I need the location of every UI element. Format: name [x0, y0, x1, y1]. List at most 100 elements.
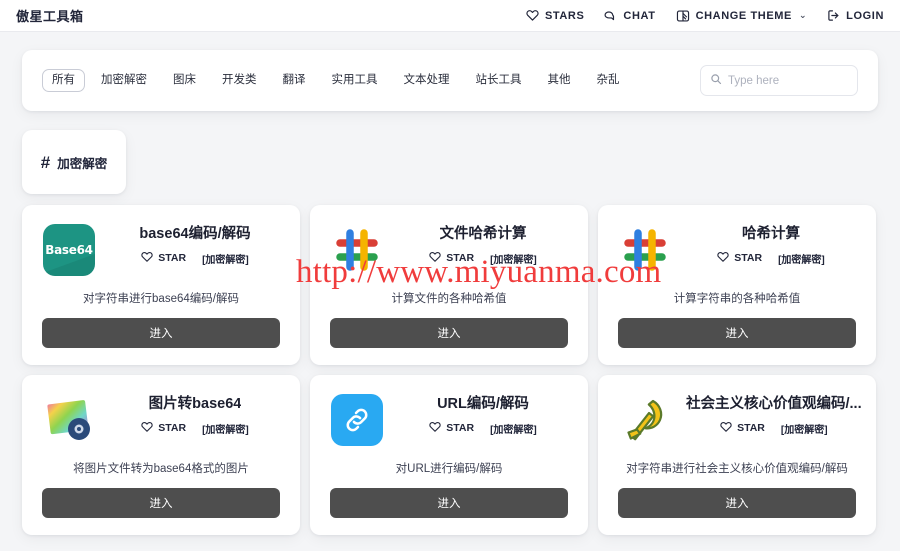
theme-icon — [676, 9, 690, 23]
chat-icon — [604, 9, 617, 22]
tab-imagehost[interactable]: 图床 — [163, 69, 206, 93]
card-tag: [加密解密] — [778, 254, 825, 266]
star-button[interactable]: STAR — [141, 421, 186, 436]
tool-card[interactable]: URL编码/解码 STAR [加密解密] 对URL进行编码/解码 进入 — [310, 375, 588, 535]
enter-button[interactable]: 进入 — [618, 488, 856, 518]
card-subline: STAR [加密解密] — [429, 421, 537, 436]
star-button[interactable]: STAR — [429, 421, 474, 436]
card-header: 文件哈希计算 STAR [加密解密] — [330, 223, 568, 277]
enter-button[interactable]: 进入 — [618, 318, 856, 348]
heart-icon — [141, 251, 153, 266]
card-subline: STAR [加密解密] — [141, 251, 249, 266]
star-label: STAR — [446, 422, 475, 435]
card-header: 哈希计算 STAR [加密解密] — [618, 223, 856, 277]
card-tag: [加密解密] — [202, 254, 249, 266]
tab-text[interactable]: 文本处理 — [394, 69, 460, 93]
nav-change-theme[interactable]: CHANGE THEME ⌄ — [676, 9, 808, 23]
site-brand: 傲星工具箱 — [16, 9, 84, 24]
star-label: STAR — [158, 422, 187, 435]
star-label: STAR — [446, 252, 475, 265]
multicolor-hash-icon — [336, 229, 378, 271]
card-tag: [加密解密] — [490, 424, 537, 436]
star-label: STAR — [737, 422, 765, 435]
card-header: 社会主义核心价值观编码/... STAR [加密解密] — [618, 393, 862, 447]
nav-change-theme-label: CHANGE THEME — [695, 9, 792, 22]
card-title: 文件哈希计算 — [439, 226, 527, 242]
base64-icon-text: Base64 — [45, 243, 93, 257]
card-description: 计算文件的各种哈希值 — [391, 293, 507, 305]
tool-card-grid: Base64 base64编码/解码 STAR [加密解密] 对字符串进行bas… — [22, 205, 882, 535]
enter-button[interactable]: 进入 — [42, 318, 280, 348]
card-meta: 图片转base64 STAR [加密解密] — [110, 393, 280, 436]
tool-card[interactable]: 文件哈希计算 STAR [加密解密] 计算文件的各种哈希值 进入 — [310, 205, 588, 365]
enter-button[interactable]: 进入 — [330, 318, 568, 348]
star-label: STAR — [158, 252, 187, 265]
card-title: URL编码/解码 — [437, 396, 529, 412]
enter-button[interactable]: 进入 — [42, 488, 280, 518]
card-meta: 文件哈希计算 STAR [加密解密] — [398, 223, 568, 266]
nav-chat-label: CHAT — [623, 9, 656, 22]
page-root: 傲星工具箱 STARS CHAT CHANGE THEME ⌄ LOGIN 所有… — [0, 0, 900, 551]
star-button[interactable]: STAR — [429, 251, 474, 266]
star-button[interactable]: STAR — [717, 251, 762, 266]
card-meta: 哈希计算 STAR [加密解密] — [686, 223, 856, 266]
nav-stars[interactable]: STARS — [526, 9, 584, 22]
card-icon — [330, 223, 384, 277]
tab-other[interactable]: 其他 — [538, 69, 581, 93]
card-subline: STAR [加密解密] — [720, 421, 828, 436]
card-title: 社会主义核心价值观编码/... — [686, 396, 862, 412]
chevron-down-icon[interactable]: ⌄ — [799, 10, 807, 21]
link-icon — [331, 394, 383, 446]
tab-misc[interactable]: 杂乱 — [587, 69, 630, 93]
card-description: 对URL进行编码/解码 — [395, 463, 503, 475]
tool-card[interactable]: 社会主义核心价值观编码/... STAR [加密解密] 对字符串进行社会主义核心… — [598, 375, 876, 535]
search-box[interactable] — [700, 65, 858, 96]
card-icon — [618, 393, 672, 447]
tab-translate[interactable]: 翻译 — [273, 69, 316, 93]
tool-card[interactable]: Base64 base64编码/解码 STAR [加密解密] 对字符串进行bas… — [22, 205, 300, 365]
tab-utilities[interactable]: 实用工具 — [322, 69, 388, 93]
card-tag: [加密解密] — [780, 424, 828, 436]
hash-icon: # — [40, 152, 51, 172]
card-description: 对字符串进行社会主义核心价值观编码/解码 — [626, 463, 848, 475]
card-subline: STAR [加密解密] — [717, 251, 825, 266]
tool-card[interactable]: 图片转base64 STAR [加密解密] 将图片文件转为base64格式的图片… — [22, 375, 300, 535]
nav-chat[interactable]: CHAT — [604, 9, 655, 22]
card-icon — [42, 393, 96, 447]
heart-icon — [429, 251, 441, 266]
section-header-crypto: # 加密解密 — [22, 130, 126, 194]
search-icon — [710, 72, 722, 90]
multicolor-hash-icon — [624, 229, 666, 271]
nav-login[interactable]: LOGIN — [827, 9, 884, 22]
base64-icon: Base64 — [43, 224, 95, 276]
card-description: 对字符串进行base64编码/解码 — [83, 293, 239, 305]
tab-dev[interactable]: 开发类 — [212, 69, 267, 93]
star-button[interactable]: STAR — [141, 251, 186, 266]
top-navigation: STARS CHAT CHANGE THEME ⌄ LOGIN — [526, 9, 884, 23]
card-meta: 社会主义核心价值观编码/... STAR [加密解密] — [686, 393, 862, 436]
card-icon: Base64 — [42, 223, 96, 277]
top-header: 傲星工具箱 STARS CHAT CHANGE THEME ⌄ LOGIN — [0, 0, 900, 32]
picture-icon — [47, 400, 90, 440]
card-meta: base64编码/解码 STAR [加密解密] — [110, 223, 280, 266]
filter-bar: 所有 加密解密 图床 开发类 翻译 实用工具 文本处理 站长工具 其他 杂乱 — [22, 50, 878, 111]
card-description: 计算字符串的各种哈希值 — [673, 293, 801, 305]
star-label: STAR — [734, 252, 763, 265]
section-title: 加密解密 — [57, 156, 108, 171]
heart-icon — [720, 421, 732, 436]
tab-all[interactable]: 所有 — [42, 68, 85, 93]
search-input[interactable] — [728, 74, 848, 87]
card-tag: [加密解密] — [202, 424, 249, 436]
heart-icon — [526, 9, 539, 22]
card-meta: URL编码/解码 STAR [加密解密] — [398, 393, 568, 436]
star-button[interactable]: STAR — [720, 421, 765, 436]
tab-crypto[interactable]: 加密解密 — [91, 69, 157, 93]
tab-webmaster[interactable]: 站长工具 — [466, 69, 532, 93]
nav-login-label: LOGIN — [846, 9, 884, 22]
card-icon — [618, 223, 672, 277]
card-subline: STAR [加密解密] — [429, 251, 537, 266]
enter-button[interactable]: 进入 — [330, 488, 568, 518]
tool-card[interactable]: 哈希计算 STAR [加密解密] 计算字符串的各种哈希值 进入 — [598, 205, 876, 365]
login-icon — [827, 9, 840, 22]
card-header: URL编码/解码 STAR [加密解密] — [330, 393, 568, 447]
